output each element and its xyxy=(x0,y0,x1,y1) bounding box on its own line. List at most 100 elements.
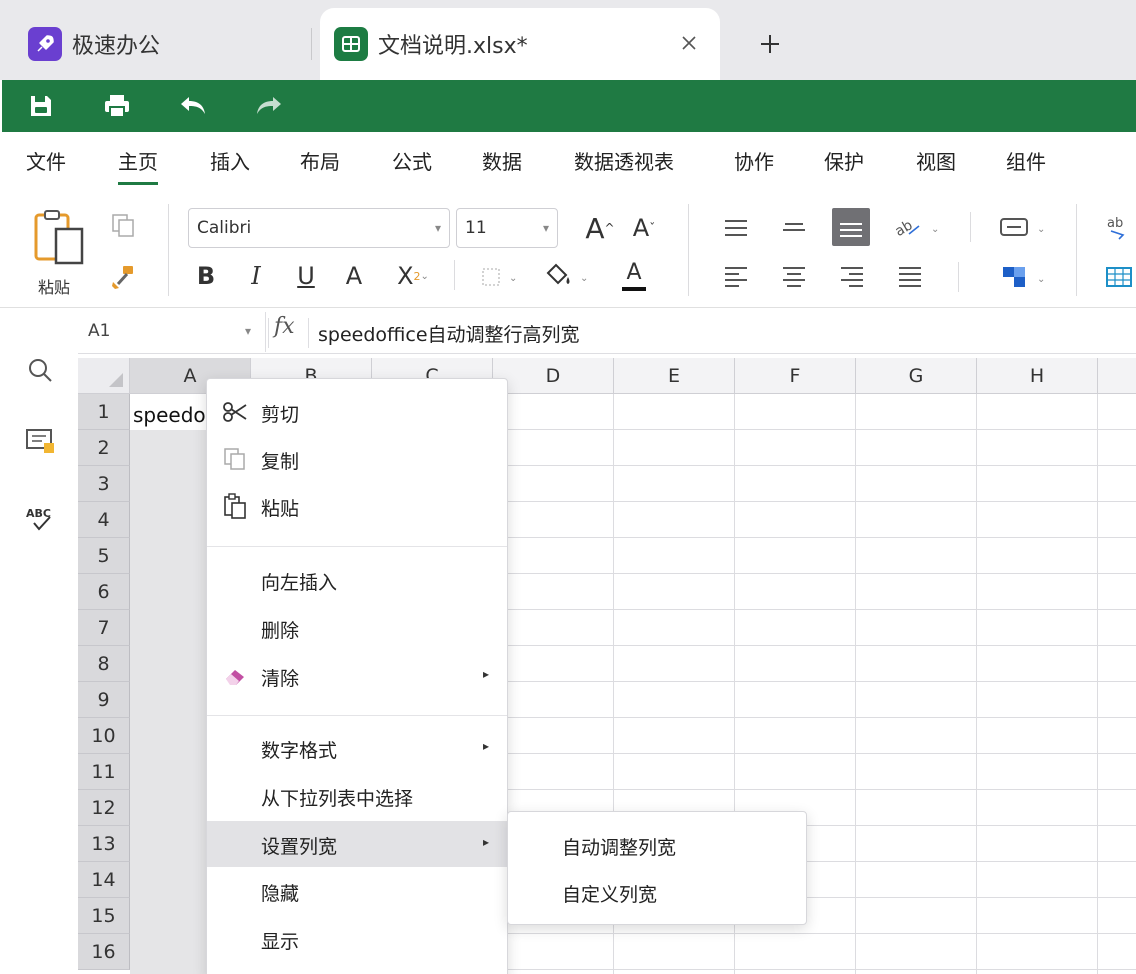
underline-button[interactable]: U xyxy=(290,256,322,296)
tab-view[interactable]: 视图 xyxy=(916,146,956,175)
tab-document[interactable]: 文档说明.xlsx* xyxy=(320,8,720,80)
column-header-g[interactable]: G xyxy=(856,358,977,394)
redo-icon[interactable] xyxy=(252,89,286,123)
tab-insert[interactable]: 插入 xyxy=(210,146,250,175)
tab-home[interactable]: 主页 xyxy=(118,146,158,185)
menu-item-show[interactable]: 显示 xyxy=(207,916,507,962)
menu-item-paste[interactable]: 粘贴 xyxy=(207,483,507,529)
align-top-icon[interactable] xyxy=(718,210,754,246)
align-left-icon[interactable] xyxy=(718,258,754,294)
subscript-button[interactable]: X 2 ⌄ xyxy=(388,256,438,296)
tab-document-title: 文档说明.xlsx* xyxy=(378,34,528,59)
font-size-select[interactable]: 11 ▾ xyxy=(456,208,558,248)
formula-bar: A1 ▾ fx speedoffice自动调整行高列宽 xyxy=(78,312,1136,354)
comment-icon[interactable] xyxy=(20,422,60,462)
menu-item-pick-from-list[interactable]: 从下拉列表中选择 xyxy=(207,773,507,819)
align-right-icon[interactable] xyxy=(834,258,870,294)
text-orientation-icon[interactable]: ab ⌄ xyxy=(888,208,948,246)
row-header[interactable]: 16 xyxy=(78,934,130,970)
replace-icon[interactable]: ab xyxy=(1100,208,1136,246)
format-painter-icon[interactable] xyxy=(108,262,138,292)
cell-style-icon[interactable]: ⌄ xyxy=(994,258,1054,296)
menu-item-label: 向左插入 xyxy=(261,572,338,594)
row-header[interactable]: 10 xyxy=(78,718,130,754)
column-header-h[interactable]: H xyxy=(977,358,1098,394)
column-header-e[interactable]: E xyxy=(614,358,735,394)
menu-item-set-column-width[interactable]: 设置列宽 ▸ xyxy=(207,821,507,867)
row-header[interactable]: 5 xyxy=(78,538,130,574)
menu-item-insert-left[interactable]: 向左插入 xyxy=(207,557,507,603)
column-header-d[interactable]: D xyxy=(493,358,614,394)
shrink-font-button[interactable]: Aˇ xyxy=(624,208,664,248)
paste-icon[interactable] xyxy=(30,208,86,266)
row-header[interactable]: 7 xyxy=(78,610,130,646)
align-center-icon[interactable] xyxy=(776,258,812,294)
row-header[interactable]: 4 xyxy=(78,502,130,538)
font-color-button[interactable]: A xyxy=(606,256,662,296)
save-icon[interactable] xyxy=(24,89,58,123)
tab-layout[interactable]: 布局 xyxy=(300,146,340,175)
context-menu: 剪切 复制 粘贴 向左插入 删除 清除 ▸ 数字格式 ▸ 从下拉列表中选择 设置… xyxy=(206,378,508,974)
row-header[interactable]: 8 xyxy=(78,646,130,682)
row-header[interactable]: 12 xyxy=(78,790,130,826)
print-icon[interactable] xyxy=(100,89,134,123)
menu-item-hide[interactable]: 隐藏 xyxy=(207,868,507,914)
select-all-corner[interactable] xyxy=(78,358,130,394)
menu-item-auto-fit-column[interactable]: 自动调整列宽 xyxy=(508,822,806,868)
spellcheck-icon[interactable]: ABC xyxy=(20,498,60,538)
row-header[interactable]: 6 xyxy=(78,574,130,610)
tab-formula[interactable]: 公式 xyxy=(392,146,432,175)
tab-collaborate[interactable]: 协作 xyxy=(734,146,774,175)
formula-input[interactable]: speedoffice自动调整行高列宽 xyxy=(318,320,580,347)
menu-separator xyxy=(207,546,507,547)
function-icon[interactable]: fx xyxy=(274,314,295,339)
strikethrough-button[interactable]: A xyxy=(338,256,370,296)
menu-item-cut[interactable]: 剪切 xyxy=(207,389,507,435)
font-name-select[interactable]: Calibri ▾ xyxy=(188,208,450,248)
quick-access-toolbar xyxy=(2,80,1136,132)
fill-color-button[interactable]: ⌄ xyxy=(538,256,594,296)
ribbon-tabs: 文件 主页 插入 布局 公式 数据 数据透视表 协作 保护 视图 组件 xyxy=(0,132,1136,188)
column-header-f[interactable]: F xyxy=(735,358,856,394)
menu-item-delete[interactable]: 删除 xyxy=(207,605,507,651)
grow-font-button[interactable]: A ^ xyxy=(580,208,620,248)
align-bottom-icon[interactable] xyxy=(832,208,870,246)
row-header[interactable]: 11 xyxy=(78,754,130,790)
italic-button[interactable]: I xyxy=(240,256,272,296)
row-header[interactable]: 15 xyxy=(78,898,130,934)
menu-item-copy[interactable]: 复制 xyxy=(207,436,507,482)
name-box[interactable]: A1 ▾ xyxy=(78,312,266,352)
search-icon[interactable] xyxy=(20,350,60,390)
new-tab-button[interactable] xyxy=(752,26,788,62)
tab-plugins[interactable]: 组件 xyxy=(1006,146,1046,175)
row-header[interactable]: 2 xyxy=(78,430,130,466)
copy-icon[interactable] xyxy=(108,210,138,240)
menu-item-label: 粘贴 xyxy=(261,498,300,520)
tab-protect[interactable]: 保护 xyxy=(824,146,864,175)
menu-item-number-format[interactable]: 数字格式 ▸ xyxy=(207,725,507,771)
tab-pivot-table[interactable]: 数据透视表 xyxy=(574,146,674,175)
row-header[interactable]: 13 xyxy=(78,826,130,862)
menu-item-custom-column-width[interactable]: 自定义列宽 xyxy=(508,869,806,915)
tab-data[interactable]: 数据 xyxy=(482,146,522,175)
row-header[interactable]: 3 xyxy=(78,466,130,502)
wrap-text-icon[interactable]: ⌄ xyxy=(994,208,1054,246)
menu-item-clear[interactable]: 清除 ▸ xyxy=(207,653,507,699)
borders-button[interactable]: ⌄ xyxy=(476,260,526,294)
row-header[interactable]: 9 xyxy=(78,682,130,718)
table-format-icon[interactable] xyxy=(1100,258,1136,296)
tab-strip: 极速办公 文档说明.xlsx* xyxy=(0,0,1136,80)
menu-item-label: 自动调整列宽 xyxy=(562,837,677,859)
tab-file[interactable]: 文件 xyxy=(26,146,66,175)
justify-icon[interactable] xyxy=(892,258,928,294)
menu-item-label: 复制 xyxy=(261,451,300,473)
align-middle-icon[interactable] xyxy=(776,210,812,246)
svg-text:⌄: ⌄ xyxy=(1037,274,1045,285)
left-side-panel: ABC xyxy=(0,308,78,974)
row-header[interactable]: 14 xyxy=(78,862,130,898)
undo-icon[interactable] xyxy=(176,89,210,123)
bold-button[interactable]: B xyxy=(190,256,222,296)
close-icon[interactable] xyxy=(674,28,704,58)
row-header[interactable]: 1 xyxy=(78,394,130,430)
tab-app-home[interactable]: 极速办公 xyxy=(20,8,310,80)
